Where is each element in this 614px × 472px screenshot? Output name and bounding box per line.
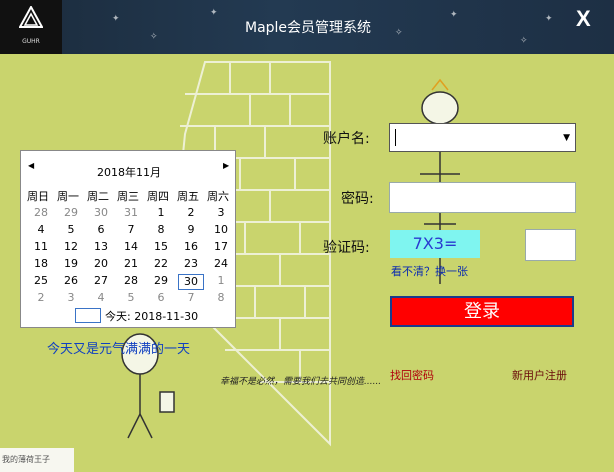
next-month-button[interactable]: ▶ (223, 161, 229, 170)
calendar-day[interactable]: 3 (58, 291, 84, 304)
calendar-day[interactable]: 5 (58, 223, 84, 236)
weekday-header: 周六 (207, 190, 229, 203)
close-button[interactable]: X (576, 6, 591, 32)
calendar-day[interactable]: 8 (148, 223, 174, 236)
logo-icon (19, 6, 43, 28)
calendar-day[interactable]: 29 (148, 274, 174, 287)
refresh-captcha-link[interactable]: 看不清？换一张 (391, 263, 468, 279)
calendar-day[interactable]: 12 (58, 240, 84, 253)
calendar-day[interactable]: 13 (88, 240, 114, 253)
calendar-day[interactable]: 15 (148, 240, 174, 253)
captcha-label: 验证码: (323, 240, 370, 256)
calendar-day[interactable]: 9 (178, 223, 204, 236)
calendar-day[interactable]: 30 (178, 274, 204, 290)
calendar-day[interactable]: 1 (208, 274, 234, 287)
weekday-header: 周一 (57, 190, 79, 203)
captcha-image[interactable]: 7X3= (390, 230, 480, 258)
weekday-header: 周二 (87, 190, 109, 203)
star-icon: ✦ (450, 10, 458, 20)
logo-subtext: GUHR (22, 38, 40, 45)
calendar-month-title: 2018年11月 (97, 166, 161, 179)
calendar-day[interactable]: 20 (88, 257, 114, 270)
calendar-day[interactable]: 14 (118, 240, 144, 253)
calendar-day[interactable]: 2 (28, 291, 54, 304)
calendar-day[interactable]: 27 (88, 274, 114, 287)
calendar-day[interactable]: 31 (118, 206, 144, 219)
window-title: Maple会员管理系统 (245, 20, 372, 36)
login-button[interactable]: 登录 (390, 296, 574, 327)
background-note: 幸福不是必然，需要我们去共同创造...... (220, 377, 382, 387)
bottom-caption-strip: 我的薄荷王子 (0, 448, 74, 472)
calendar-day[interactable]: 5 (118, 291, 144, 304)
chevron-down-icon[interactable]: ▼ (563, 133, 570, 143)
calendar-day[interactable]: 24 (208, 257, 234, 270)
calendar-day[interactable]: 21 (118, 257, 144, 270)
calendar-day[interactable]: 7 (178, 291, 204, 304)
calendar-day[interactable]: 28 (28, 206, 54, 219)
star-icon: ✦ (545, 14, 553, 24)
calendar-day[interactable]: 4 (88, 291, 114, 304)
calendar-day[interactable]: 16 (178, 240, 204, 253)
calendar-day[interactable]: 23 (178, 257, 204, 270)
weekday-header: 周三 (117, 190, 139, 203)
motto-text: 今天又是元气满满的一天 (47, 342, 191, 357)
calendar-day[interactable]: 6 (148, 291, 174, 304)
calendar: ◀ 2018年11月 ▶ 周日 周一 周二 周三 周四 周五 周六 28 29 30 31 1 2 3 4… (20, 150, 236, 328)
star-icon: ✧ (520, 36, 528, 46)
calendar-day[interactable]: 6 (88, 223, 114, 236)
calendar-day[interactable]: 19 (58, 257, 84, 270)
weekday-header: 周五 (177, 190, 199, 203)
star-icon: ✧ (150, 32, 158, 42)
account-label: 账户名: (323, 131, 370, 147)
calendar-day[interactable]: 29 (58, 206, 84, 219)
star-icon: ✦ (210, 8, 218, 18)
calendar-day[interactable]: 17 (208, 240, 234, 253)
calendar-day[interactable]: 22 (148, 257, 174, 270)
calendar-day[interactable]: 25 (28, 274, 54, 287)
calendar-day[interactable]: 26 (58, 274, 84, 287)
register-link[interactable]: 新用户注册 (512, 367, 567, 383)
today-marker (75, 308, 101, 323)
account-combobox[interactable]: ▼ (389, 123, 576, 152)
password-field[interactable] (389, 182, 576, 213)
calendar-day[interactable]: 4 (28, 223, 54, 236)
password-label: 密码: (341, 191, 374, 207)
today-button[interactable]: 今天: 2018-11-30 (105, 308, 198, 324)
recover-password-link[interactable]: 找回密码 (390, 367, 434, 383)
calendar-day[interactable]: 28 (118, 274, 144, 287)
calendar-day[interactable]: 1 (148, 206, 174, 219)
calendar-day[interactable]: 7 (118, 223, 144, 236)
calendar-day[interactable]: 10 (208, 223, 234, 236)
calendar-day[interactable]: 2 (178, 206, 204, 219)
star-icon: ✧ (395, 28, 403, 38)
app-logo: GUHR (0, 0, 62, 54)
calendar-day[interactable]: 3 (208, 206, 234, 219)
bottom-caption: 我的薄荷王子 (2, 455, 50, 464)
star-icon: ✦ (112, 14, 120, 24)
calendar-day[interactable]: 11 (28, 240, 54, 253)
text-caret (395, 129, 396, 146)
captcha-field[interactable] (525, 229, 576, 261)
calendar-day[interactable]: 18 (28, 257, 54, 270)
weekday-header: 周四 (147, 190, 169, 203)
title-bar: GUHR ✦ ✧ ✦ ✧ ✦ ✧ ✦ Maple会员管理系统 X (0, 0, 614, 54)
calendar-day[interactable]: 8 (208, 291, 234, 304)
weekday-header: 周日 (27, 190, 49, 203)
calendar-day[interactable]: 30 (88, 206, 114, 219)
